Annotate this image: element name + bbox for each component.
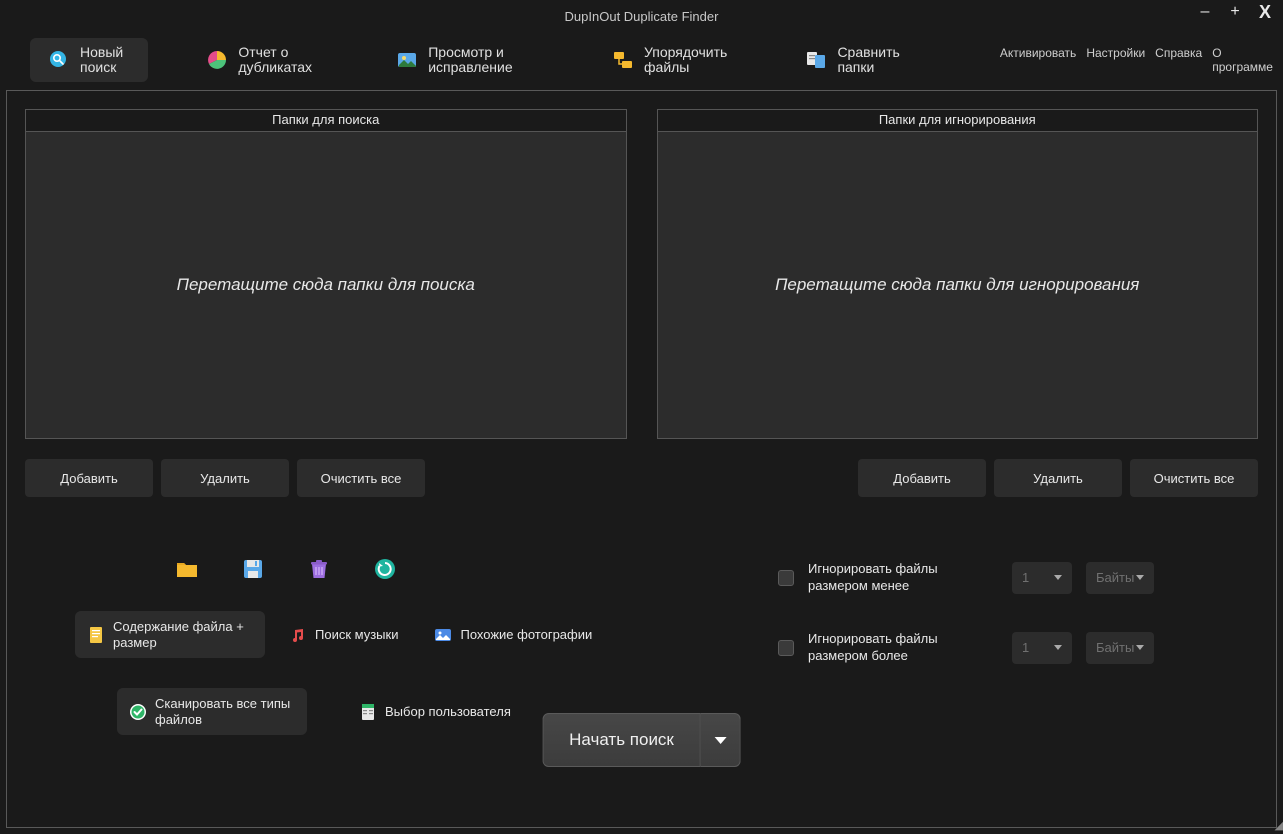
resize-grip[interactable]: ◢ <box>1275 819 1281 832</box>
pie-chart-icon <box>206 49 228 71</box>
tab-report[interactable]: Отчет о дубликатах <box>188 38 338 82</box>
search-folders-panel: Папки для поиска Перетащите сюда папки д… <box>25 109 627 439</box>
chevron-down-icon <box>1054 575 1062 580</box>
tab-new-search[interactable]: Новый поиск <box>30 38 148 82</box>
check-circle-icon <box>129 703 147 721</box>
chip-label: Сканировать все типы файлов <box>155 696 295 727</box>
tab-label: Отчет о дубликатах <box>238 45 320 76</box>
spinner-value: 1 <box>1022 640 1029 655</box>
start-search-bar: Начать поиск <box>542 713 741 767</box>
size-unit-more[interactable]: Байты <box>1086 632 1154 664</box>
dropzone-placeholder: Перетащите сюда папки для поиска <box>177 275 475 295</box>
chevron-down-icon <box>1136 645 1144 650</box>
tab-label: Новый поиск <box>80 45 130 76</box>
filter-label: Игнорировать файлы размером более <box>808 631 998 665</box>
clear-ignore-folders-button[interactable]: Очистить все <box>1130 459 1258 497</box>
checkbox-more-than[interactable] <box>778 640 794 656</box>
panel-title: Папки для поиска <box>26 110 626 132</box>
mode-music[interactable]: Поиск музыки <box>277 618 410 652</box>
document-icon <box>87 626 105 644</box>
save-icon[interactable] <box>241 557 265 581</box>
menu-help[interactable]: Справка <box>1155 46 1202 74</box>
window-buttons: – + X <box>1191 0 1279 24</box>
chevron-down-icon <box>1054 645 1062 650</box>
compare-icon <box>805 49 827 71</box>
scan-user-select[interactable]: Выбор пользователя <box>347 695 523 729</box>
delete-ignore-folder-button[interactable]: Удалить <box>994 459 1122 497</box>
search-mode-row: Содержание файла + размер Поиск музыки П… <box>45 611 738 658</box>
tab-organize[interactable]: Упорядочить файлы <box>594 38 747 82</box>
filter-label: Игнорировать файлы размером менее <box>808 561 998 595</box>
tab-compare[interactable]: Сравнить папки <box>787 38 919 82</box>
checkbox-less-than[interactable] <box>778 570 794 586</box>
photos-icon <box>434 626 452 644</box>
filter-less-than: Игнорировать файлы размером менее 1 Байт… <box>778 561 1238 595</box>
scan-all-types[interactable]: Сканировать все типы файлов <box>117 688 307 735</box>
window-title: DupInOut Duplicate Finder <box>0 9 1283 24</box>
size-unit-less[interactable]: Байты <box>1086 562 1154 594</box>
tab-label: Просмотр и исправление <box>428 45 536 76</box>
trash-icon[interactable] <box>307 557 331 581</box>
delete-search-folder-button[interactable]: Удалить <box>161 459 289 497</box>
dropzone-placeholder: Перетащите сюда папки для игнорирования <box>775 275 1139 295</box>
size-value-less[interactable]: 1 <box>1012 562 1072 594</box>
search-icon <box>48 49 70 71</box>
panel-title: Папки для игнорирования <box>658 110 1258 132</box>
menu-about[interactable]: О программе <box>1212 46 1273 74</box>
chevron-down-icon <box>714 737 726 744</box>
options-area: Содержание файла + размер Поиск музыки П… <box>25 557 1258 735</box>
ignore-folders-panel: Папки для игнорирования Перетащите сюда … <box>657 109 1259 439</box>
close-button[interactable]: X <box>1251 0 1279 24</box>
titlebar: DupInOut Duplicate Finder – + X <box>0 0 1283 32</box>
start-search-dropdown[interactable] <box>701 713 741 767</box>
search-folders-dropzone[interactable]: Перетащите сюда папки для поиска <box>26 132 626 438</box>
chip-label: Поиск музыки <box>315 627 398 643</box>
music-icon <box>289 626 307 644</box>
chip-label: Выбор пользователя <box>385 704 511 720</box>
action-icons <box>45 557 738 581</box>
select-value: Байты <box>1096 570 1134 585</box>
spinner-value: 1 <box>1022 570 1029 585</box>
tab-review[interactable]: Просмотр и исправление <box>378 38 554 82</box>
chip-label: Содержание файла + размер <box>113 619 253 650</box>
spreadsheet-icon <box>359 703 377 721</box>
mode-content-size[interactable]: Содержание файла + размер <box>75 611 265 658</box>
chip-label: Похожие фотографии <box>460 627 592 643</box>
menu-settings[interactable]: Настройки <box>1086 46 1145 74</box>
maximize-button[interactable]: + <box>1221 0 1249 24</box>
search-buttons: Добавить Удалить Очистить все <box>25 459 627 497</box>
size-value-more[interactable]: 1 <box>1012 632 1072 664</box>
refresh-icon[interactable] <box>373 557 397 581</box>
minimize-button[interactable]: – <box>1191 0 1219 24</box>
ignore-folders-dropzone[interactable]: Перетащите сюда папки для игнорирования <box>658 132 1258 438</box>
filter-more-than: Игнорировать файлы размером более 1 Байт… <box>778 631 1238 665</box>
menu-links: Активировать Настройки Справка О програм… <box>1000 46 1273 74</box>
add-search-folder-button[interactable]: Добавить <box>25 459 153 497</box>
photo-icon <box>396 49 418 71</box>
chevron-down-icon <box>1136 575 1144 580</box>
folder-tree-icon <box>612 49 634 71</box>
clear-search-folders-button[interactable]: Очистить все <box>297 459 425 497</box>
size-filters: Игнорировать файлы размером менее 1 Байт… <box>778 557 1238 735</box>
tab-label: Упорядочить файлы <box>644 45 729 76</box>
add-ignore-folder-button[interactable]: Добавить <box>858 459 986 497</box>
open-folder-icon[interactable] <box>175 557 199 581</box>
toolbar: Новый поиск Отчет о дубликатах Просмотр … <box>0 32 1283 88</box>
content-area: Папки для поиска Перетащите сюда папки д… <box>6 90 1277 828</box>
start-search-button[interactable]: Начать поиск <box>542 713 701 767</box>
menu-activate[interactable]: Активировать <box>1000 46 1076 74</box>
search-options: Содержание файла + размер Поиск музыки П… <box>45 557 738 735</box>
mode-photos[interactable]: Похожие фотографии <box>422 618 604 652</box>
tab-label: Сравнить папки <box>837 45 901 76</box>
folder-panels: Папки для поиска Перетащите сюда папки д… <box>25 109 1258 439</box>
select-value: Байты <box>1096 640 1134 655</box>
ignore-buttons: Добавить Удалить Очистить все <box>657 459 1259 497</box>
